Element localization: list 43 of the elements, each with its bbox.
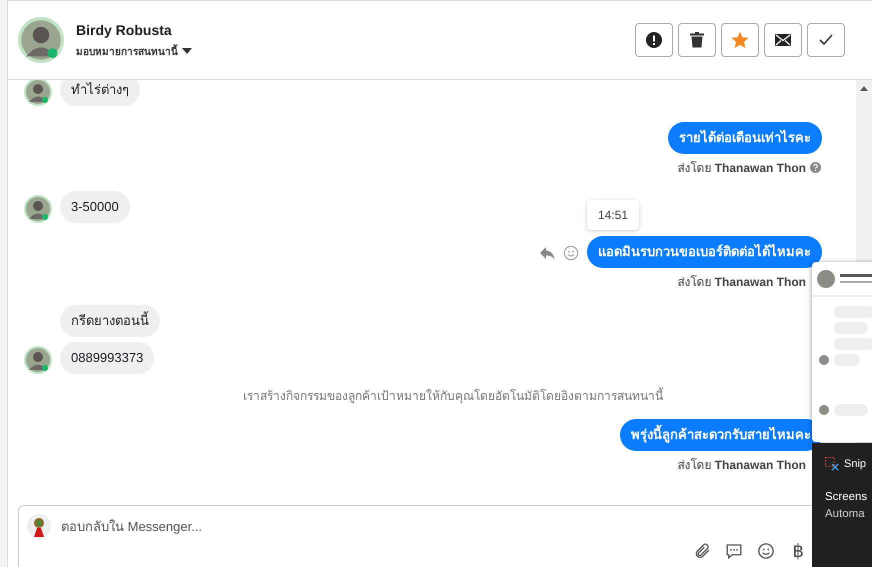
sender-label: ส่งโดย Thanawan Thon: [677, 275, 806, 289]
timestamp: 14:51: [587, 200, 640, 230]
emoji-button[interactable]: [755, 540, 777, 562]
mail-button[interactable]: [764, 23, 802, 57]
message-bubble: รายได้ต่อเดือนเท่าไรคะ: [668, 122, 822, 154]
message-bubble: ทำไร่ต่างๆ: [60, 80, 140, 106]
message-bubble: 0889993373: [60, 342, 154, 374]
emoji-icon: [757, 542, 775, 560]
trash-icon: [690, 32, 704, 48]
message-bubble: พรุ่งนี้ลูกค้าสะดวกรับสายไหมคะ: [620, 419, 822, 451]
paperclip-icon: [693, 542, 711, 560]
help-icon[interactable]: [810, 162, 821, 173]
notification-toast[interactable]: Snip Screens Automa: [812, 443, 872, 567]
chat-icon: [725, 542, 743, 560]
app-name: Snip: [844, 458, 866, 470]
screenshot-thumbnail[interactable]: [812, 262, 872, 442]
alert-button[interactable]: [635, 23, 673, 57]
baht-button[interactable]: ฿: [787, 540, 809, 562]
envelope-icon: [775, 33, 791, 47]
reply-icon[interactable]: [539, 246, 555, 260]
scissors-icon: [825, 457, 839, 471]
avatar: [24, 80, 52, 106]
avatar: [24, 195, 52, 223]
contact-name: Birdy Robusta: [76, 22, 173, 38]
sender-label: ส่งโดย Thanawan Thon: [677, 458, 806, 472]
avatar: [27, 514, 51, 538]
trash-button[interactable]: [678, 23, 716, 57]
assign-dropdown[interactable]: มอบหมายการสนทนานี้: [76, 44, 623, 58]
avatar: [24, 346, 52, 374]
system-message: เราสร้างกิจกรรมของลูกค้าเป้าหมายให้กับคุณโดยอัตโนมัติโดยอิงตามการสนทนานี้: [243, 389, 663, 403]
emoji-icon[interactable]: [563, 245, 579, 261]
message-bubble: 3-50000: [60, 191, 130, 223]
scroll-up-icon[interactable]: [860, 86, 868, 91]
message-bubble: แอดมินรบกวนขอเบอร์ติดต่อได้ไหมคะ: [587, 236, 822, 268]
avatar: [18, 17, 64, 63]
check-button[interactable]: [807, 23, 845, 57]
message-bubble: กรีดยางตอนนี้: [60, 305, 160, 337]
alert-icon: [646, 32, 662, 48]
star-button[interactable]: [721, 23, 759, 57]
caret-icon: [182, 48, 192, 54]
sender-label: ส่งโดย Thanawan Thon: [677, 161, 806, 175]
notification-text: Screens: [825, 490, 868, 505]
check-icon: [819, 34, 833, 46]
